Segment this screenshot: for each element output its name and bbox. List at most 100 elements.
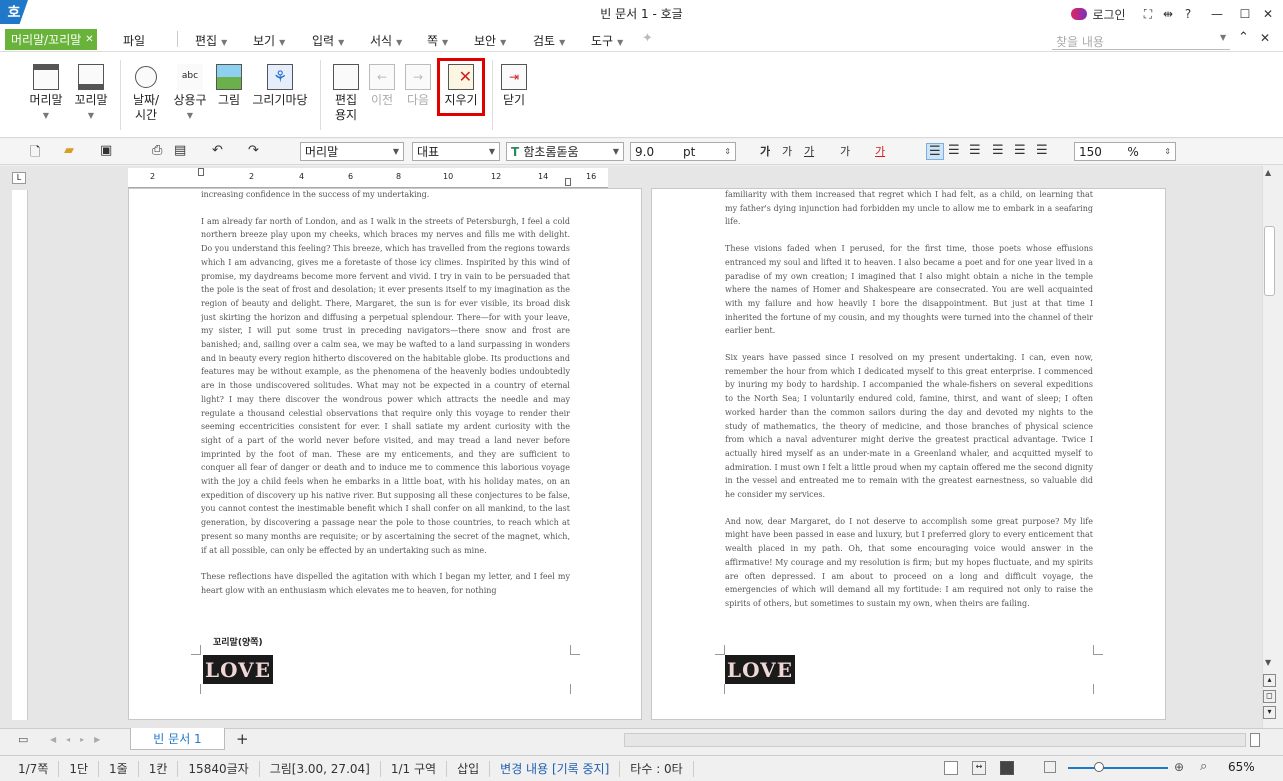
magnifier-icon[interactable]: ⌕: [1200, 759, 1207, 774]
prev-page-icon[interactable]: ▴: [1263, 674, 1276, 687]
next-button[interactable]: → 다음: [402, 64, 434, 108]
love-logo[interactable]: LOVE: [203, 655, 273, 684]
love-logo[interactable]: LOVE: [725, 655, 795, 684]
menu-label: 편집: [195, 34, 218, 48]
preview-icon[interactable]: ▤: [174, 143, 186, 158]
minimize-button[interactable]: —: [1207, 4, 1227, 24]
view-full-icon[interactable]: [1000, 761, 1014, 775]
view-page-icon[interactable]: [944, 761, 958, 775]
font-grow-icon[interactable]: 가: [760, 143, 770, 159]
scroll-up-icon[interactable]: ▲: [1265, 168, 1271, 177]
gallery-button[interactable]: ⚘ 그리기마당: [250, 64, 310, 108]
undo-icon[interactable]: ↶: [212, 143, 223, 158]
zoom-slider-thumb[interactable]: [1094, 762, 1104, 772]
size-stepper-icon[interactable]: ⇕: [724, 147, 731, 156]
footer-button[interactable]: 꼬리말 ▼: [73, 64, 109, 123]
collapse-ribbon-icon[interactable]: ⌃: [1238, 30, 1249, 45]
header-footer-context-tab[interactable]: 머리말/꼬리말 ✕: [5, 29, 97, 50]
status-page[interactable]: 1/7쪽: [0, 760, 60, 777]
close-window-button[interactable]: ✕: [1258, 4, 1278, 24]
page-1-body[interactable]: increasing confidence in the success of …: [201, 188, 570, 640]
menu-insert[interactable]: 입력 ▼: [312, 32, 344, 49]
align-left-icon[interactable]: ☰: [948, 143, 960, 158]
zoom-out-icon[interactable]: [1044, 761, 1056, 773]
zoom-stepper-icon[interactable]: ⇕: [1164, 147, 1171, 156]
strike-icon[interactable]: 가: [840, 143, 850, 159]
zoom-in-icon[interactable]: ⊕: [1174, 760, 1184, 774]
redo-icon[interactable]: ↷: [248, 143, 259, 158]
language-select[interactable]: 대표 ▼: [412, 142, 500, 161]
split-icon[interactable]: ⇹: [1160, 4, 1176, 24]
zoom-unit: %: [1127, 144, 1139, 159]
font-size-input[interactable]: 9.0 pt ⇕: [630, 142, 736, 161]
close-button[interactable]: ⇥ 닫기: [498, 64, 530, 108]
tab-document-1[interactable]: 빈 문서 1: [130, 728, 225, 750]
align-center-icon[interactable]: ☰: [969, 143, 981, 158]
zoom-input[interactable]: 150% ⇕: [1074, 142, 1176, 161]
view-width-icon[interactable]: ↔: [972, 761, 986, 775]
underline-icon[interactable]: 가: [804, 143, 814, 159]
autotext-button[interactable]: abc 상용구 ▼: [170, 64, 210, 123]
close-doc-icon[interactable]: ✕: [1260, 31, 1270, 45]
font-select[interactable]: T 함초롬돋움 ▼: [506, 142, 624, 161]
menu-edit[interactable]: 편집 ▼: [195, 32, 227, 49]
search-dropdown-icon[interactable]: ▼: [1220, 33, 1226, 42]
split-view-icon[interactable]: [1250, 733, 1260, 747]
align-justify-icon[interactable]: ☰: [926, 143, 944, 160]
zoom-slider[interactable]: [1068, 767, 1168, 769]
zoom-value: 150: [1079, 144, 1102, 159]
print-icon[interactable]: ⎙: [152, 143, 162, 158]
prev-label: 이전: [370, 93, 394, 107]
font-color-icon[interactable]: 가: [875, 143, 885, 159]
datetime-button[interactable]: 날짜/ 시간: [128, 64, 164, 123]
right-indent-marker-icon[interactable]: [565, 178, 571, 186]
close-icon[interactable]: ✕: [85, 34, 93, 45]
open-folder-icon[interactable]: ▰: [64, 143, 74, 158]
tab-list-icon[interactable]: ▭: [18, 733, 28, 746]
align-divide-icon[interactable]: ☰: [1036, 143, 1048, 158]
paper-button[interactable]: 편집 용지: [328, 64, 364, 123]
search-input[interactable]: 찾을 내용: [1052, 30, 1230, 50]
menu-format[interactable]: 서식 ▼: [370, 32, 402, 49]
tab-type-icon[interactable]: L: [12, 172, 26, 184]
login-button[interactable]: 로그인: [1090, 4, 1128, 24]
chevron-down-icon: ▼: [559, 38, 566, 47]
menu-file[interactable]: 파일: [123, 32, 145, 49]
puzzle-icon[interactable]: ✦: [642, 31, 653, 46]
new-doc-icon[interactable]: 🗋: [30, 143, 40, 165]
paragraph: Six years have passed since I resolved o…: [725, 353, 1093, 500]
indent-marker-icon[interactable]: [198, 168, 204, 176]
page-2-body[interactable]: familiarity with them increased that reg…: [725, 188, 1093, 643]
menu-page[interactable]: 쪽 ▼: [427, 32, 448, 49]
header-button[interactable]: 머리말 ▼: [28, 64, 64, 123]
font-shrink-icon[interactable]: 가: [782, 143, 792, 159]
horizontal-ruler[interactable]: 2 2 4 6 8 10 12 14 16: [128, 168, 608, 188]
status-track-changes[interactable]: 변경 내용 [기록 중지]: [490, 760, 621, 777]
menu-tools[interactable]: 도구 ▼: [591, 32, 623, 49]
prev-button[interactable]: ← 이전: [366, 64, 398, 108]
user-avatar-icon[interactable]: [1070, 4, 1088, 24]
add-tab-button[interactable]: +: [236, 730, 249, 748]
margin-corner: [715, 684, 725, 694]
horizontal-scrollbar[interactable]: [624, 733, 1246, 747]
align-right-icon[interactable]: ☰: [992, 143, 1004, 158]
picture-button[interactable]: 그림: [214, 64, 244, 108]
align-distribute-icon[interactable]: ☰: [1014, 143, 1026, 158]
status-zoom[interactable]: 65%: [1228, 760, 1255, 774]
menu-security[interactable]: 보안 ▼: [474, 32, 506, 49]
page-icon[interactable]: ◻: [1263, 690, 1276, 703]
scrollbar-thumb[interactable]: [1264, 226, 1275, 296]
vertical-ruler[interactable]: [12, 190, 28, 720]
scroll-down-icon[interactable]: ▼: [1265, 658, 1271, 667]
tab-nav-icons[interactable]: ◀◂▸▶: [50, 735, 110, 744]
help-icon[interactable]: ?: [1180, 4, 1196, 24]
menu-review[interactable]: 검토 ▼: [533, 32, 565, 49]
save-icon[interactable]: ▣: [100, 143, 112, 158]
next-page-icon[interactable]: ▾: [1263, 706, 1276, 719]
style-select[interactable]: 머리말 ▼: [300, 142, 404, 161]
status-mode[interactable]: 삽입: [447, 760, 491, 777]
fullscreen-icon[interactable]: ⛶: [1140, 4, 1156, 24]
maximize-button[interactable]: ☐: [1235, 4, 1255, 24]
chevron-down-icon: ▼: [221, 38, 228, 47]
menu-view[interactable]: 보기 ▼: [253, 32, 285, 49]
